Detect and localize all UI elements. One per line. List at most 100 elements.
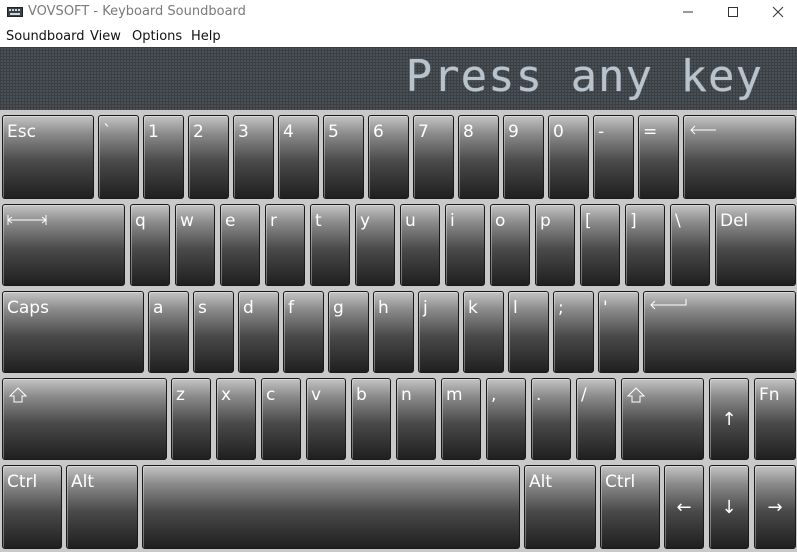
key-h[interactable]: h xyxy=(373,291,414,373)
key-fn[interactable]: Fn xyxy=(754,378,796,460)
key-minus[interactable]: - xyxy=(593,115,634,199)
key-label: k xyxy=(468,298,478,318)
key-label: 4 xyxy=(283,122,294,142)
key-z[interactable]: z xyxy=(171,378,211,460)
key-arrow-down[interactable]: ↓ xyxy=(709,465,749,549)
key-label: p xyxy=(540,211,551,231)
key-label: 8 xyxy=(463,122,474,142)
key-label: m xyxy=(446,385,463,405)
key-6[interactable]: 6 xyxy=(368,115,409,199)
key-quote[interactable]: ' xyxy=(598,291,639,373)
key-arrow-right[interactable]: → xyxy=(754,465,796,549)
key-space[interactable] xyxy=(142,465,520,549)
key-5[interactable]: 5 xyxy=(323,115,364,199)
key-n[interactable]: n xyxy=(396,378,436,460)
key-d[interactable]: d xyxy=(238,291,279,373)
key-caps[interactable]: Caps xyxy=(2,291,144,373)
key-l[interactable]: l xyxy=(508,291,549,373)
key-8[interactable]: 8 xyxy=(458,115,499,199)
key-label: ' xyxy=(603,298,608,318)
key-comma[interactable]: , xyxy=(486,378,526,460)
key-label: r xyxy=(270,211,277,231)
key-left-bracket[interactable]: [ xyxy=(580,204,620,286)
key-period[interactable]: . xyxy=(531,378,571,460)
key-shift-left[interactable] xyxy=(2,378,167,460)
key-alt-right[interactable]: Alt xyxy=(524,465,596,549)
key-w[interactable]: w xyxy=(175,204,215,286)
key-v[interactable]: v xyxy=(306,378,346,460)
key-right-bracket[interactable]: ] xyxy=(625,204,665,286)
maximize-button[interactable] xyxy=(709,0,755,24)
key-del[interactable]: Del xyxy=(715,204,796,286)
key-alt-left[interactable]: Alt xyxy=(66,465,138,549)
key-backspace[interactable] xyxy=(683,115,796,199)
key-label: 5 xyxy=(328,122,339,142)
key-label: [ xyxy=(585,211,592,231)
key-enter[interactable] xyxy=(643,291,796,373)
key-y[interactable]: y xyxy=(355,204,395,286)
title-bar: VOVSOFT - Keyboard Soundboard xyxy=(0,0,797,24)
key-label: Esc xyxy=(7,122,36,142)
key-t[interactable]: t xyxy=(310,204,350,286)
status-display: Press any key xyxy=(0,47,797,110)
key-b[interactable]: b xyxy=(351,378,391,460)
key-0[interactable]: 0 xyxy=(548,115,589,199)
key-9[interactable]: 9 xyxy=(503,115,544,199)
key-label: l xyxy=(513,298,518,318)
key-g[interactable]: g xyxy=(328,291,369,373)
key-label: 9 xyxy=(508,122,519,142)
key-label: . xyxy=(536,385,542,405)
key-ctrl-right[interactable]: Ctrl xyxy=(600,465,660,549)
menu-options[interactable]: Options xyxy=(132,29,182,44)
key-c[interactable]: c xyxy=(261,378,301,460)
key-equals[interactable]: = xyxy=(638,115,679,199)
key-arrow-left[interactable]: ← xyxy=(664,465,704,549)
key-label: w xyxy=(180,211,194,231)
key-shift-right[interactable] xyxy=(621,378,704,460)
maximize-icon xyxy=(728,7,738,17)
key-k[interactable]: k xyxy=(463,291,504,373)
key-ctrl-left[interactable]: Ctrl xyxy=(2,465,62,549)
key-u[interactable]: u xyxy=(400,204,440,286)
key-label: → xyxy=(767,497,783,518)
minimize-button[interactable] xyxy=(664,0,710,24)
menu-soundboard[interactable]: Soundboard xyxy=(6,29,84,44)
key-label: Ctrl xyxy=(605,472,636,492)
key-label: ← xyxy=(676,497,692,518)
key-slash[interactable]: / xyxy=(576,378,616,460)
key-4[interactable]: 4 xyxy=(278,115,319,199)
key-2[interactable]: 2 xyxy=(188,115,229,199)
key-i[interactable]: i xyxy=(445,204,485,286)
key-3[interactable]: 3 xyxy=(233,115,274,199)
key-r[interactable]: r xyxy=(265,204,305,286)
close-icon xyxy=(772,6,784,18)
key-arrow-up[interactable]: ↑ xyxy=(709,378,749,460)
key-q[interactable]: q xyxy=(130,204,170,286)
key-a[interactable]: a xyxy=(148,291,189,373)
key-7[interactable]: 7 xyxy=(413,115,454,199)
menu-view[interactable]: View xyxy=(90,29,121,44)
key-m[interactable]: m xyxy=(441,378,481,460)
key-label: x xyxy=(221,385,232,405)
key-f[interactable]: f xyxy=(283,291,324,373)
key-tab[interactable] xyxy=(2,204,125,286)
key-esc[interactable]: Esc xyxy=(2,115,94,199)
key-label: u xyxy=(405,211,416,231)
key-p[interactable]: p xyxy=(535,204,575,286)
key-s[interactable]: s xyxy=(193,291,234,373)
key-o[interactable]: o xyxy=(490,204,530,286)
key-e[interactable]: e xyxy=(220,204,260,286)
key-label: Fn xyxy=(759,385,780,405)
key-x[interactable]: x xyxy=(216,378,256,460)
key-semicolon[interactable]: ; xyxy=(553,291,594,373)
key-backslash[interactable]: \ xyxy=(670,204,710,286)
key-1[interactable]: 1 xyxy=(143,115,184,199)
close-button[interactable] xyxy=(754,0,797,24)
key-backtick[interactable]: ` xyxy=(98,115,139,199)
menu-help[interactable]: Help xyxy=(191,29,221,44)
menu-bar: Soundboard View Options Help xyxy=(0,26,797,46)
key-j[interactable]: j xyxy=(418,291,459,373)
key-label: j xyxy=(423,298,428,318)
key-label: i xyxy=(450,211,455,231)
enter-icon xyxy=(650,299,687,310)
